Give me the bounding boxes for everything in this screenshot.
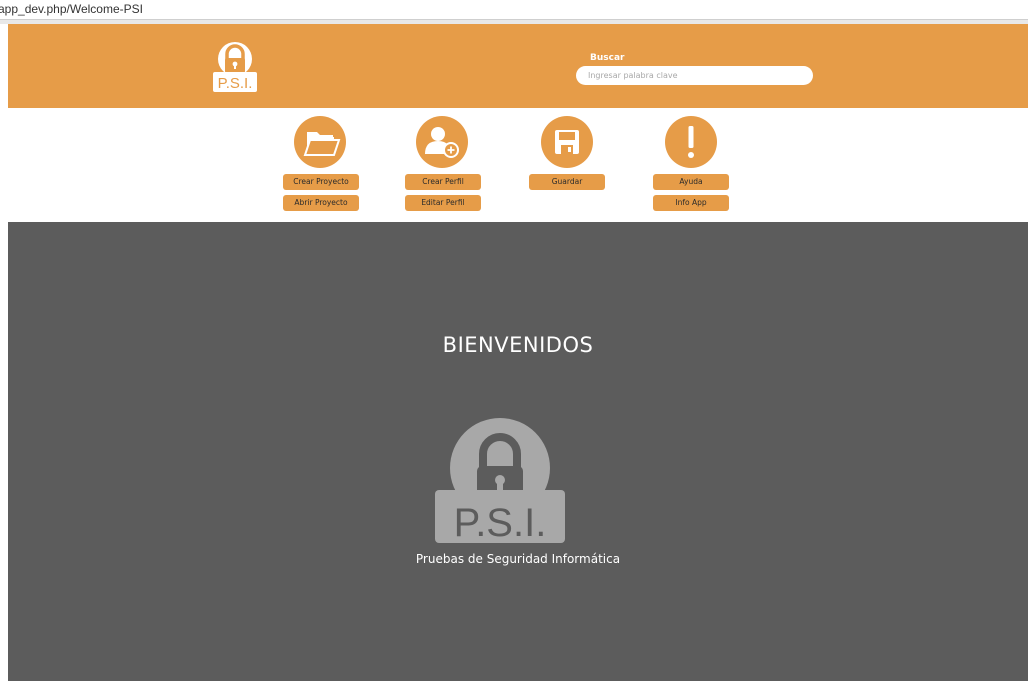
url-text: app_dev.php/Welcome-PSI bbox=[0, 2, 143, 16]
search-label: Buscar bbox=[590, 53, 625, 63]
info-app-button[interactable]: Info App bbox=[653, 195, 729, 211]
help-button[interactable]: Ayuda bbox=[653, 174, 729, 190]
lock-logo-icon: P.S.I. bbox=[435, 418, 565, 545]
create-profile-button[interactable]: Crear Perfil bbox=[405, 174, 481, 190]
save-button[interactable]: Guardar bbox=[529, 174, 605, 190]
folder-icon[interactable] bbox=[294, 116, 346, 168]
app-header: P.S.I. Buscar bbox=[8, 24, 1028, 108]
open-project-button[interactable]: Abrir Proyecto bbox=[283, 195, 359, 211]
exclamation-icon[interactable] bbox=[665, 116, 717, 168]
welcome-title: BIENVENIDOS bbox=[442, 333, 594, 357]
lock-logo-icon: P.S.I. bbox=[213, 42, 257, 92]
search-input[interactable] bbox=[576, 66, 813, 85]
edit-profile-button[interactable]: Editar Perfil bbox=[405, 195, 481, 211]
big-logo-text: P.S.I. bbox=[454, 501, 547, 544]
psi-big-logo: P.S.I. bbox=[432, 408, 568, 545]
logo-text: P.S.I. bbox=[218, 75, 253, 92]
toolbar: Crear Proyecto Abrir Proyecto Crear Perf… bbox=[0, 108, 1028, 222]
address-bar[interactable]: app_dev.php/Welcome-PSI bbox=[0, 0, 1028, 20]
add-user-icon[interactable] bbox=[416, 116, 468, 168]
create-project-button[interactable]: Crear Proyecto bbox=[283, 174, 359, 190]
tagline: Pruebas de Seguridad Informática bbox=[415, 552, 621, 566]
main-content: BIENVENIDOS P.S.I. Pruebas de Seguridad … bbox=[8, 222, 1028, 681]
psi-logo[interactable]: P.S.I. bbox=[204, 36, 266, 94]
save-icon[interactable] bbox=[541, 116, 593, 168]
